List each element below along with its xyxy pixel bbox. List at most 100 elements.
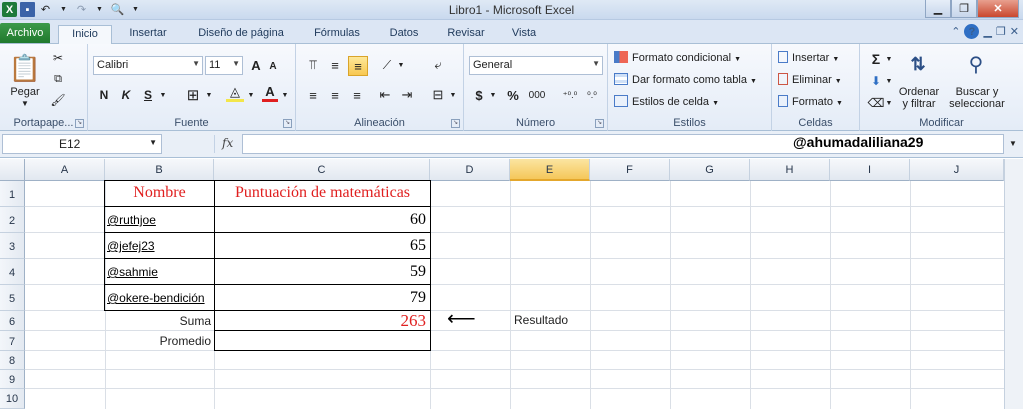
sum-value-cell[interactable]: 263 [214,310,431,331]
tab-diseno[interactable]: Diseño de página [186,25,296,44]
row-header-8[interactable]: 8 [0,351,25,370]
find-select-label-2[interactable]: seleccionar [946,98,1008,110]
underline-button[interactable]: S [140,86,156,104]
header-name-cell[interactable]: Nombre [104,180,215,207]
bold-button[interactable]: N [96,86,112,104]
tab-datos[interactable]: Datos [378,25,430,44]
dialog-launcher-icon[interactable]: ↘ [283,119,292,128]
doc-close-icon[interactable]: ✕ [1010,25,1019,38]
chevron-down-icon[interactable]: ▼ [204,86,214,104]
autosum-button[interactable]: Σ [868,50,884,68]
tab-archivo[interactable]: Archivo [0,23,50,43]
chevron-down-icon[interactable]: ▼ [20,98,30,110]
doc-minimize-icon[interactable]: ▁ [983,25,991,38]
binoculars-icon[interactable]: ⚲ [962,50,990,78]
paste-icon[interactable]: 📋 [8,50,42,86]
row-header-2[interactable]: 2 [0,207,25,233]
font-size-field[interactable]: 11 ▼ [205,56,243,75]
currency-button[interactable]: $ [472,86,486,104]
minimize-button[interactable]: ▁ [925,0,951,18]
thousands-button[interactable]: 000 [526,86,548,104]
row-header-6[interactable]: 6 [0,311,25,331]
chevron-down-icon[interactable]: ▼ [448,86,458,104]
doc-restore-icon[interactable]: ❐ [996,25,1006,38]
score-cell[interactable]: 59 [214,258,431,285]
grow-font-button[interactable]: A [248,57,264,74]
insert-function-button[interactable]: fx [222,136,233,150]
align-left-icon[interactable]: ≡ [304,86,322,104]
wrap-text-icon[interactable]: ⤶ [428,56,448,74]
font-name-field[interactable]: Calibri ▼ [93,56,203,75]
name-cell[interactable]: @ruthjoe [104,206,215,233]
chevron-down-icon[interactable]: ▼ [488,86,498,104]
sum-label-cell[interactable]: Suma [105,311,214,331]
conditional-format-button[interactable]: Formato condicional ▼ [614,51,741,64]
score-cell[interactable]: 79 [214,284,431,311]
score-cell[interactable]: 65 [214,232,431,259]
cell-styles-button[interactable]: Estilos de celda ▼ [614,95,719,108]
format-as-table-button[interactable]: Dar formato como tabla ▼ [614,73,757,86]
column-header-g[interactable]: G [670,159,750,181]
column-header-h[interactable]: H [750,159,830,181]
decrease-decimal-button[interactable]: ⁰.⁰ [582,86,602,104]
column-header-a[interactable]: A [25,159,105,181]
column-header-e[interactable]: E [510,159,590,181]
row-header-9[interactable]: 9 [0,370,25,389]
tab-formulas[interactable]: Fórmulas [304,25,370,44]
dialog-launcher-icon[interactable]: ↘ [75,119,84,128]
expand-formula-bar-icon[interactable]: ▼ [1006,134,1020,154]
sort-filter-label-2[interactable]: y filtrar [896,98,942,110]
column-header-d[interactable]: D [430,159,510,181]
select-all-button[interactable] [0,159,25,181]
column-header-f[interactable]: F [590,159,670,181]
number-format-field[interactable]: General ▼ [469,56,603,75]
name-box[interactable]: E12 ▼ [2,134,162,154]
row-header-1[interactable]: 1 [0,181,25,207]
name-cell[interactable]: @okere-bendición [104,284,215,311]
row-header-3[interactable]: 3 [0,233,25,259]
align-middle-icon[interactable]: ≡ [326,56,344,74]
find-select-label-1[interactable]: Buscar y [946,86,1008,98]
orientation-icon[interactable]: ⟋ [378,56,396,74]
fill-color-icon[interactable]: ◬ [226,84,244,102]
column-header-i[interactable]: I [830,159,910,181]
tab-inicio[interactable]: Inicio [58,25,112,44]
fill-down-icon[interactable]: ⬇ [868,72,884,90]
shrink-font-button[interactable]: A [266,59,280,74]
paste-button-label[interactable]: Pegar [6,86,44,98]
sort-filter-icon[interactable]: ⇅ [904,50,932,78]
column-header-b[interactable]: B [105,159,214,181]
chevron-down-icon[interactable]: ▼ [158,86,168,104]
font-color-button[interactable]: A [262,84,278,102]
merge-center-icon[interactable]: ⊟ [428,86,448,104]
format-button[interactable]: Formato ▼ [778,95,843,108]
copy-icon[interactable]: ⧉ [50,71,66,87]
chevron-down-icon[interactable]: ▼ [884,94,894,112]
column-header-c[interactable]: C [214,159,430,181]
chevron-down-icon[interactable]: ▼ [396,56,406,74]
align-bottom-icon[interactable]: ≡ [348,56,368,76]
header-score-cell[interactable]: Puntuación de matemáticas [214,180,431,207]
chevron-down-icon[interactable]: ▼ [280,86,290,104]
score-cell[interactable]: 60 [214,206,431,233]
row-header-10[interactable]: 10 [0,389,25,409]
vertical-scrollbar[interactable] [1004,159,1023,409]
tab-insertar[interactable]: Insertar [118,25,178,44]
name-cell[interactable]: @sahmie [104,258,215,285]
clear-icon[interactable]: ⌫ [868,94,885,112]
restore-button[interactable]: ❐ [951,0,977,18]
chevron-down-icon[interactable]: ▼ [246,86,256,104]
name-cell[interactable]: @jefej23 [104,232,215,259]
row-header-4[interactable]: 4 [0,259,25,285]
italic-button[interactable]: K [118,86,134,104]
dialog-launcher-icon[interactable]: ↘ [451,119,460,128]
sort-filter-label-1[interactable]: Ordenar [896,86,942,98]
borders-icon[interactable]: ⊞ [184,86,202,104]
row-header-7[interactable]: 7 [0,331,25,351]
average-value-cell[interactable] [214,330,431,351]
row-header-5[interactable]: 5 [0,285,25,311]
delete-button[interactable]: Eliminar ▼ [778,73,842,86]
tab-revisar[interactable]: Revisar [438,25,494,44]
dialog-launcher-icon[interactable]: ↘ [595,119,604,128]
percent-button[interactable]: % [504,86,522,104]
